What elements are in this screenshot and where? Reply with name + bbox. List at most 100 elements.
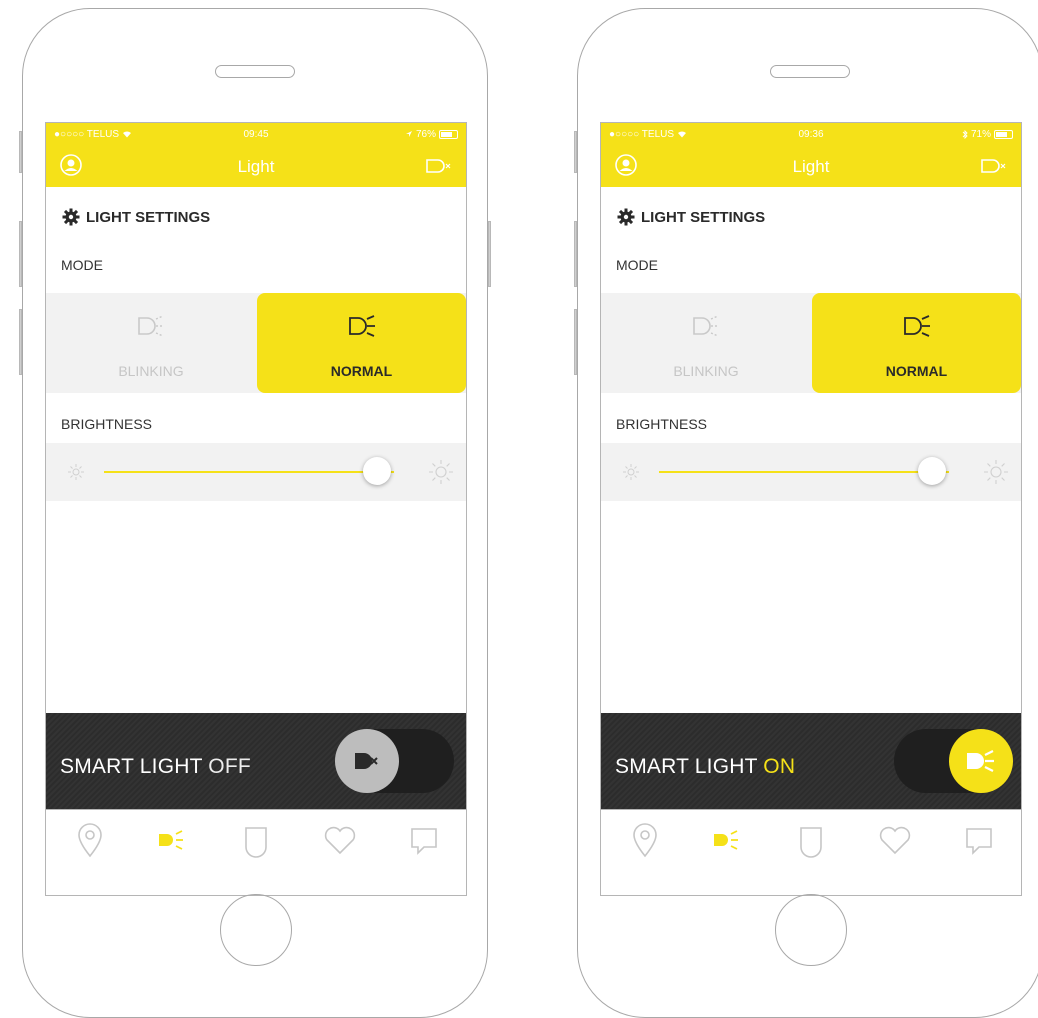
location-pin-icon [633,823,657,858]
volume-down-button [574,309,577,375]
brightness-high-icon [984,460,1008,484]
status-bar: ●○○○○ TELUS 09:45 76% [46,123,466,145]
status-time: 09:36 [798,128,824,140]
volume-up-button [19,221,22,287]
earpiece-speaker [770,65,850,78]
tab-bar [600,810,1022,896]
status-indicators: 76% [405,129,458,140]
brightness-slider-row [46,443,466,501]
mode-option-blinking[interactable]: BLINKING [46,293,256,393]
app-screen: ●○○○○ TELUS 09:36 71% Light LIGHT SETTIN… [600,122,1022,810]
power-button [488,221,491,287]
page-title: Light [792,157,830,176]
mode-label-blinking: BLINKING [673,363,739,379]
chat-bubble-icon [411,828,437,855]
shield-icon [245,827,267,858]
brightness-low-icon [68,464,84,480]
earpiece-speaker [215,65,295,78]
smart-light-status-text: SMART LIGHT OFF [60,755,251,779]
page-title: Light [237,157,275,176]
bluetooth-icon [962,129,968,139]
mode-selector: BLINKING NORMAL [46,293,466,393]
device-disconnected-icon[interactable] [424,157,456,175]
app-screen: ●○○○○ TELUS 09:45 76% Light LIGHT SETTIN… [45,122,467,810]
normal-light-icon [348,315,375,337]
smart-light-label: SMART LIGHT [60,755,203,778]
normal-light-icon [903,315,930,337]
device-disconnected-icon[interactable] [979,157,1011,175]
light-settings-header: LIGHT SETTINGS [62,208,210,226]
tab-light[interactable] [707,820,747,860]
home-button [220,894,292,966]
status-indicators: 71% [962,129,1013,140]
battery-icon [439,129,458,139]
mode-label-blinking: BLINKING [118,363,184,379]
mode-option-normal[interactable]: NORMAL [257,293,466,393]
tab-location[interactable] [625,820,665,860]
mode-label: MODE [61,257,103,273]
brightness-slider-track[interactable] [659,471,949,473]
brightness-slider-thumb[interactable] [362,457,391,485]
mode-option-normal[interactable]: NORMAL [812,293,1021,393]
mute-switch [19,131,22,173]
smart-light-status-text: SMART LIGHT ON [615,755,795,779]
mute-switch [574,131,577,173]
light-off-icon [355,753,378,769]
brightness-slider-row [601,443,1021,501]
tab-favorites[interactable] [320,820,360,860]
tab-security[interactable] [236,820,276,860]
shield-icon [800,827,822,858]
navigation-bar: Light [46,145,466,187]
mode-label-normal: NORMAL [885,363,948,379]
brightness-label: BRIGHTNESS [61,416,153,432]
tab-favorites[interactable] [875,820,915,860]
toggle-knob-on[interactable] [949,729,1013,793]
home-button [775,894,847,966]
phone-frame-left: ●○○○○ TELUS 09:45 76% Light LIGHT SETTIN… [19,8,491,1018]
mode-label-normal: NORMAL [330,363,393,379]
tab-messages[interactable] [404,820,444,860]
volume-up-button [574,221,577,287]
toggle-knob-off[interactable] [335,729,399,793]
smart-light-bar: SMART LIGHT OFF [46,713,466,809]
gear-icon [617,208,635,226]
phone-frame-right: ●○○○○ TELUS 09:36 71% Light LIGHT SETTIN… [574,8,1038,1018]
smart-light-toggle[interactable] [335,729,454,793]
mode-option-blinking[interactable]: BLINKING [601,293,811,393]
mode-selector: BLINKING NORMAL [601,293,1021,393]
brightness-slider-thumb[interactable] [917,457,946,485]
brightness-slider-track[interactable] [104,471,394,473]
heart-icon [879,826,911,855]
gear-icon [62,208,80,226]
tab-location[interactable] [70,820,110,860]
battery-percent: 71% [970,128,991,140]
brightness-high-icon [429,460,453,484]
location-arrow-icon [405,131,412,137]
blinking-light-icon [693,315,719,337]
headlight-icon [714,830,738,850]
smart-light-toggle[interactable] [894,729,1013,793]
location-pin-icon [78,823,102,858]
tab-messages[interactable] [959,820,999,860]
navigation-bar: Light [601,145,1021,187]
mode-label: MODE [616,257,658,273]
brightness-low-icon [623,464,639,480]
tab-security[interactable] [791,820,831,860]
light-settings-header: LIGHT SETTINGS [617,208,765,226]
smart-light-state: ON [763,755,796,778]
headlight-icon [159,830,183,850]
brightness-label: BRIGHTNESS [616,416,708,432]
light-on-icon [967,750,994,772]
battery-percent: 76% [415,128,436,140]
settings-title: LIGHT SETTINGS [86,208,211,226]
smart-light-state: OFF [208,755,251,778]
blinking-light-icon [138,315,164,337]
settings-title: LIGHT SETTINGS [641,208,766,226]
chat-bubble-icon [966,828,992,855]
volume-down-button [19,309,22,375]
smart-light-label: SMART LIGHT [615,755,758,778]
tab-light[interactable] [152,820,192,860]
status-bar: ●○○○○ TELUS 09:36 71% [601,123,1021,145]
heart-icon [324,826,356,855]
smart-light-bar: SMART LIGHT ON [601,713,1021,809]
